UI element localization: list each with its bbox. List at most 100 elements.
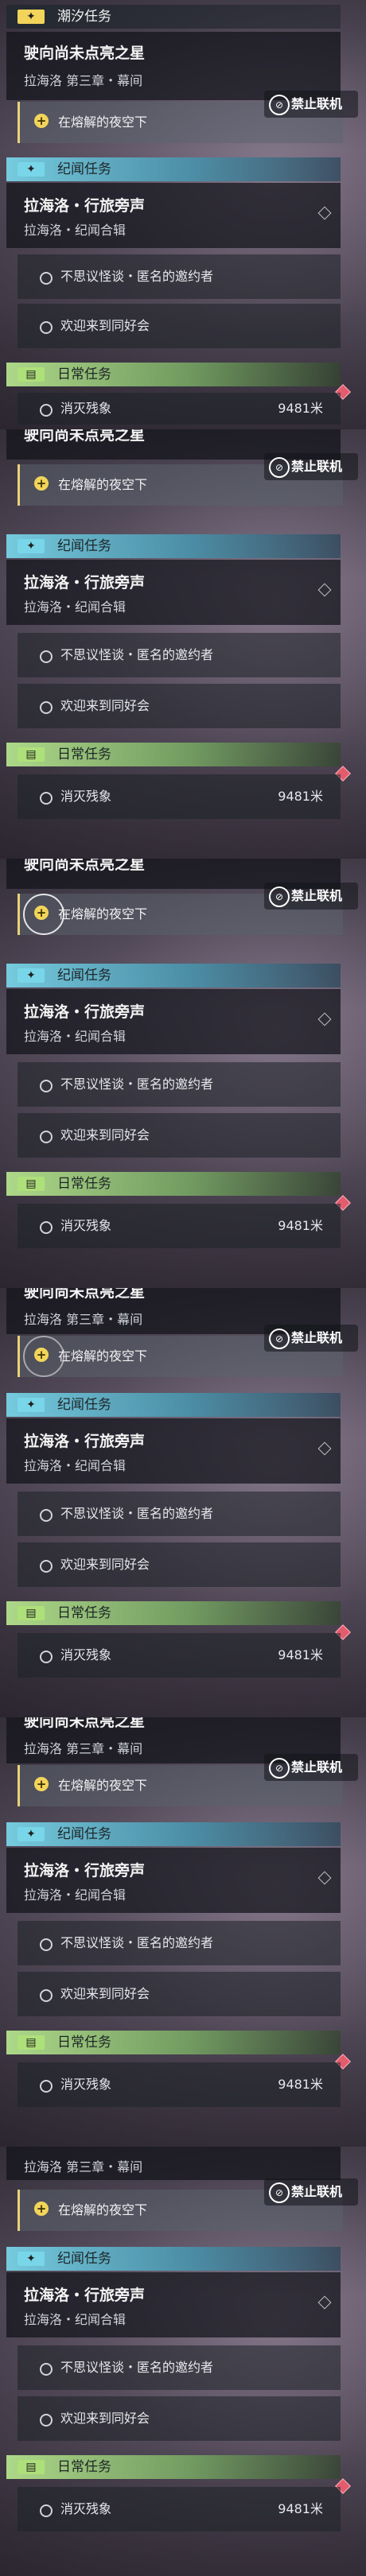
quest-title: 驶向尚未点亮之星 bbox=[24, 45, 146, 62]
daily-quest-icon: ▤ bbox=[18, 1177, 45, 1191]
chronicle-quest-card[interactable]: 拉海洛・行旅旁声 拉海洛・纪闻合辑 bbox=[6, 560, 341, 625]
objective-dot-icon bbox=[40, 1560, 53, 1573]
chronicle-quest-icon: ✦ bbox=[18, 2252, 45, 2266]
objective-track-icon: + bbox=[34, 906, 49, 920]
list-item[interactable]: 欢迎来到同好会 bbox=[18, 1542, 341, 1587]
objective-dot-icon bbox=[40, 701, 53, 714]
quest-panel-frame-6: 拉海洛 第三章・幕间 + 在熔解的夜空下 ⊘ 禁止联机 ✦ 纪闻任务 拉海洛・行… bbox=[0, 2147, 366, 2576]
objective-label: 欢迎来到同好会 bbox=[60, 318, 150, 333]
objective-label: 在熔解的夜空下 bbox=[58, 1778, 148, 1793]
list-item[interactable]: 消灭残象 9481米 bbox=[18, 774, 341, 819]
category-header-chronicle[interactable]: ✦ 纪闻任务 bbox=[6, 2247, 341, 2271]
distance-label: 9481米 bbox=[278, 401, 323, 416]
list-item[interactable]: 不思议怪谈・匿名的邀约者 bbox=[18, 2345, 341, 2390]
objective-dot-icon bbox=[40, 1080, 53, 1092]
objective-label: 不思议怪谈・匿名的邀约者 bbox=[60, 1077, 214, 1092]
objective-label: 不思议怪谈・匿名的邀约者 bbox=[60, 1506, 214, 1521]
objective-label: 欢迎来到同好会 bbox=[60, 1557, 150, 1572]
category-label: 纪闻任务 bbox=[57, 538, 111, 554]
multiplayer-disabled-badge: ⊘ 禁止联机 bbox=[264, 2178, 358, 2206]
quest-panel-frame-5: 驶向尚未点亮之星 拉海洛 第三章・幕间 + 在熔解的夜空下 ⊘ 禁止联机 ✦ 纪… bbox=[0, 1717, 366, 2151]
badge-label: 禁止联机 bbox=[291, 1330, 343, 1345]
category-label: 潮汐任务 bbox=[57, 9, 111, 25]
chronicle-quest-card[interactable]: 拉海洛・行旅旁声 拉海洛・纪闻合辑 bbox=[6, 1418, 341, 1484]
category-label: 纪闻任务 bbox=[57, 1397, 111, 1413]
list-item[interactable]: 消灭残象 9481米 bbox=[18, 393, 341, 425]
objective-label: 在熔解的夜空下 bbox=[58, 906, 148, 921]
category-label: 日常任务 bbox=[57, 747, 111, 762]
quest-panel-frame-4: 驶向尚未点亮之星 拉海洛 第三章・幕间 + 在熔解的夜空下 ⊘ 禁止联机 ✦ 纪… bbox=[0, 1288, 366, 1722]
chronicle-quest-icon: ✦ bbox=[18, 539, 45, 553]
multiplayer-disabled-badge: ⊘ 禁止联机 bbox=[264, 883, 358, 910]
objective-dot-icon bbox=[40, 1989, 53, 2002]
objective-dot-icon bbox=[40, 792, 53, 805]
link-icon: ⊘ bbox=[269, 886, 290, 907]
daily-quest-icon: ▤ bbox=[18, 367, 45, 382]
list-item[interactable]: 不思议怪谈・匿名的邀约者 bbox=[18, 254, 341, 299]
list-item[interactable]: 消灭残象 9481米 bbox=[18, 1204, 341, 1248]
chronicle-quest-card[interactable]: 拉海洛・行旅旁声 拉海洛・纪闻合辑 bbox=[6, 1848, 341, 1913]
list-item[interactable]: 不思议怪谈・匿名的邀约者 bbox=[18, 1062, 341, 1107]
objective-dot-icon bbox=[40, 1221, 53, 1234]
distance-label: 9481米 bbox=[278, 2077, 323, 2092]
category-header-daily[interactable]: ▤ 日常任务 bbox=[6, 363, 341, 386]
list-item[interactable]: 不思议怪谈・匿名的邀约者 bbox=[18, 633, 341, 677]
objective-dot-icon bbox=[40, 1938, 53, 1951]
list-item[interactable]: 欢迎来到同好会 bbox=[18, 1972, 341, 2016]
expand-diamond-icon bbox=[317, 1441, 332, 1456]
objective-label: 在熔解的夜空下 bbox=[58, 114, 148, 130]
quest-title: 拉海洛・行旅旁声 bbox=[24, 1003, 146, 1021]
objective-label: 消灭残象 bbox=[60, 1647, 112, 1662]
objective-label: 消灭残象 bbox=[60, 2501, 112, 2516]
category-header-tide[interactable]: ✦ 潮汐任务 bbox=[6, 5, 341, 29]
chronicle-quest-card[interactable]: 拉海洛・行旅旁声 拉海洛・纪闻合辑 bbox=[6, 989, 341, 1054]
category-header-daily[interactable]: ▤ 日常任务 bbox=[6, 743, 341, 766]
list-item[interactable]: 欢迎来到同好会 bbox=[18, 2396, 341, 2441]
objective-dot-icon bbox=[40, 404, 53, 417]
category-header-chronicle[interactable]: ✦ 纪闻任务 bbox=[6, 964, 341, 987]
objective-label: 消灭残象 bbox=[60, 401, 112, 416]
main-quest-card[interactable]: 拉海洛 第三章・幕间 bbox=[6, 2147, 341, 2180]
category-header-daily[interactable]: ▤ 日常任务 bbox=[6, 1172, 341, 1196]
objective-label: 不思议怪谈・匿名的邀约者 bbox=[60, 2360, 214, 2375]
category-header-daily[interactable]: ▤ 日常任务 bbox=[6, 1601, 341, 1625]
category-header-chronicle[interactable]: ✦ 纪闻任务 bbox=[6, 1393, 341, 1417]
chronicle-quest-card[interactable]: 拉海洛・行旅旁声 拉海洛・纪闻合辑 bbox=[6, 2272, 341, 2337]
category-header-chronicle[interactable]: ✦ 纪闻任务 bbox=[6, 1822, 341, 1846]
category-header-chronicle[interactable]: ✦ 纪闻任务 bbox=[6, 534, 341, 558]
distance-label: 9481米 bbox=[278, 1647, 323, 1662]
category-header-daily[interactable]: ▤ 日常任务 bbox=[6, 2031, 341, 2054]
list-item[interactable]: 欢迎来到同好会 bbox=[18, 684, 341, 728]
list-item[interactable]: 消灭残象 9481米 bbox=[18, 1633, 341, 1678]
category-header-chronicle[interactable]: ✦ 纪闻任务 bbox=[6, 157, 341, 181]
category-header-daily[interactable]: ▤ 日常任务 bbox=[6, 2455, 341, 2479]
list-item[interactable]: 不思议怪谈・匿名的邀约者 bbox=[18, 1492, 341, 1536]
quest-subtitle: 拉海洛 第三章・幕间 bbox=[24, 2159, 143, 2174]
objective-label: 在熔解的夜空下 bbox=[58, 2202, 148, 2217]
objective-label: 在熔解的夜空下 bbox=[58, 1348, 148, 1364]
list-item[interactable]: 欢迎来到同好会 bbox=[18, 304, 341, 348]
quest-panel-frame-2: 驶向尚未点亮之星 + 在熔解的夜空下 ⊘ 禁止联机 ✦ 纪闻任务 拉海洛・行旅旁… bbox=[0, 429, 366, 863]
objective-dot-icon bbox=[40, 1651, 53, 1663]
quest-title: 拉海洛・行旅旁声 bbox=[24, 2287, 146, 2304]
badge-label: 禁止联机 bbox=[291, 2184, 343, 2199]
chronicle-quest-card[interactable]: 拉海洛・行旅旁声 拉海洛・纪闻合辑 bbox=[6, 183, 341, 248]
list-item[interactable]: 欢迎来到同好会 bbox=[18, 1113, 341, 1158]
objective-label: 欢迎来到同好会 bbox=[60, 698, 150, 713]
quest-title: 拉海洛・行旅旁声 bbox=[24, 1862, 146, 1880]
badge-label: 禁止联机 bbox=[291, 96, 343, 111]
quest-panel-frame-1: ✦ 潮汐任务 驶向尚未点亮之星 拉海洛 第三章・幕间 + 在熔解的夜空下 ⊘ 禁… bbox=[0, 0, 366, 434]
objective-label: 消灭残象 bbox=[60, 1218, 112, 1233]
objective-label: 消灭残象 bbox=[60, 2077, 112, 2092]
category-label: 纪闻任务 bbox=[57, 2251, 111, 2267]
list-item[interactable]: 消灭残象 9481米 bbox=[18, 2062, 341, 2107]
objective-dot-icon bbox=[40, 2414, 53, 2427]
list-item[interactable]: 消灭残象 9481米 bbox=[18, 2487, 341, 2531]
chronicle-quest-icon: ✦ bbox=[18, 1398, 45, 1412]
multiplayer-disabled-badge: ⊘ 禁止联机 bbox=[264, 1325, 358, 1352]
objective-dot-icon bbox=[40, 2363, 53, 2376]
list-item[interactable]: 不思议怪谈・匿名的邀约者 bbox=[18, 1921, 341, 1965]
distance-label: 9481米 bbox=[278, 1218, 323, 1233]
expand-diamond-icon bbox=[317, 2295, 332, 2310]
quest-subtitle: 拉海洛 第三章・幕间 bbox=[24, 1312, 143, 1327]
